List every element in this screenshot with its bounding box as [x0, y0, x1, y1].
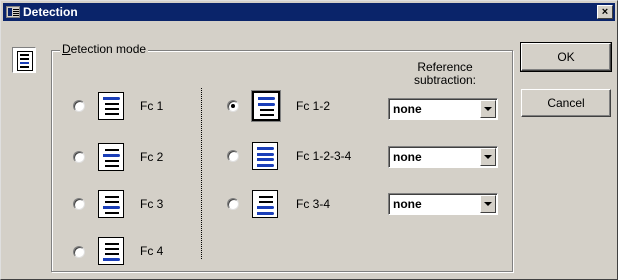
detection-document-icon: [12, 47, 36, 73]
radio-fc3[interactable]: [73, 198, 85, 210]
app-icon: [6, 6, 20, 18]
reference-select-fc1-2[interactable]: none: [388, 98, 498, 120]
fc3-4-icon[interactable]: [252, 190, 278, 218]
radio-fc1[interactable]: [73, 100, 85, 112]
reference-label-line2: subtraction:: [413, 73, 477, 87]
title-bar: Detection ×: [3, 3, 615, 21]
detection-mode-mnemonic: D: [62, 42, 71, 56]
radio-fc2[interactable]: [73, 151, 85, 163]
detection-mode-label: Detection mode: [60, 42, 149, 56]
fc2-label: Fc 2: [140, 150, 164, 164]
fc3-icon[interactable]: [98, 190, 124, 218]
chevron-down-icon[interactable]: [480, 148, 496, 166]
ok-button[interactable]: OK: [520, 42, 612, 72]
reference-subtraction-label: Reference subtraction:: [397, 61, 493, 87]
radio-fc4[interactable]: [73, 246, 85, 258]
reference-select-value: none: [393, 197, 422, 211]
fc3-label: Fc 3: [140, 197, 164, 211]
fc3-4-label: Fc 3-4: [296, 197, 331, 211]
fc1-2-label: Fc 1-2: [296, 99, 331, 113]
fc1-2-3-4-icon[interactable]: [252, 142, 278, 170]
detection-mode-label-text: etection mode: [70, 42, 147, 56]
reference-select-value: none: [393, 150, 422, 164]
close-button[interactable]: ×: [597, 5, 613, 19]
cancel-button[interactable]: Cancel: [521, 89, 611, 117]
reference-select-value: none: [393, 102, 422, 116]
detection-dialog: Detection × Detection mode Fc 1 Fc 2 Fc …: [0, 0, 618, 280]
radio-fc3-4[interactable]: [227, 198, 239, 210]
window-title: Detection: [23, 5, 78, 19]
radio-fc1-2-3-4[interactable]: [227, 150, 239, 162]
fc1-2-3-4-label: Fc 1-2-3-4: [296, 149, 352, 163]
fc1-icon[interactable]: [98, 92, 124, 120]
fc2-icon[interactable]: [98, 143, 124, 171]
fc4-icon[interactable]: [98, 237, 124, 265]
fc1-label: Fc 1: [140, 99, 164, 113]
fc4-label: Fc 4: [140, 244, 164, 258]
chevron-down-icon[interactable]: [480, 195, 496, 213]
column-separator: [201, 88, 202, 259]
chevron-down-icon[interactable]: [480, 100, 496, 118]
fc1-2-icon[interactable]: [252, 91, 280, 121]
reference-select-fc3-4[interactable]: none: [388, 193, 498, 215]
reference-select-fc1-2-3-4[interactable]: none: [388, 146, 498, 168]
radio-fc1-2[interactable]: [227, 100, 239, 112]
